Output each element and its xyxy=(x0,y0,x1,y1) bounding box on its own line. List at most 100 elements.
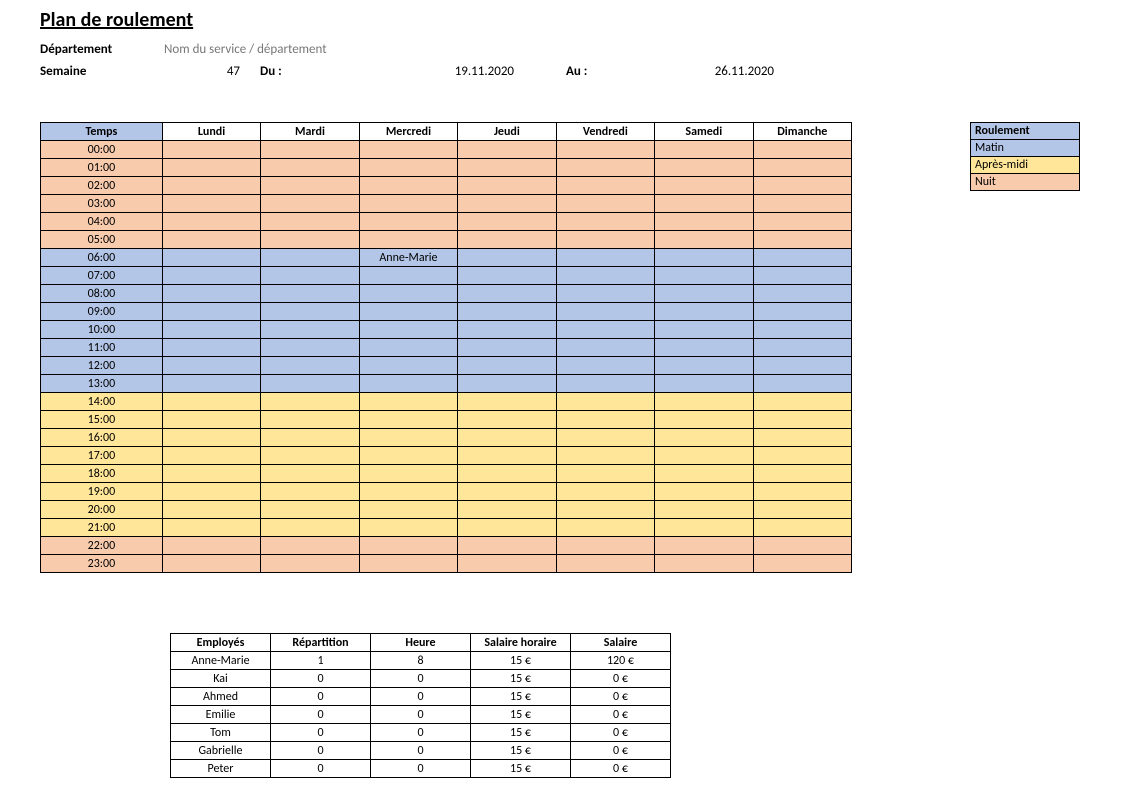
schedule-cell[interactable] xyxy=(359,357,457,375)
schedule-cell[interactable] xyxy=(261,537,359,555)
schedule-cell[interactable] xyxy=(655,159,753,177)
schedule-cell[interactable] xyxy=(655,285,753,303)
schedule-cell[interactable] xyxy=(655,213,753,231)
schedule-cell[interactable] xyxy=(753,357,851,375)
schedule-cell[interactable] xyxy=(556,339,654,357)
schedule-cell[interactable] xyxy=(753,249,851,267)
schedule-cell[interactable] xyxy=(162,465,260,483)
schedule-cell[interactable] xyxy=(261,339,359,357)
schedule-cell[interactable] xyxy=(753,339,851,357)
schedule-cell[interactable] xyxy=(458,555,556,573)
schedule-cell[interactable] xyxy=(162,159,260,177)
schedule-cell[interactable] xyxy=(162,267,260,285)
schedule-cell[interactable] xyxy=(753,285,851,303)
schedule-cell[interactable] xyxy=(753,519,851,537)
schedule-cell[interactable] xyxy=(261,393,359,411)
schedule-cell[interactable] xyxy=(655,231,753,249)
schedule-cell[interactable] xyxy=(753,141,851,159)
schedule-cell[interactable] xyxy=(261,555,359,573)
schedule-cell[interactable] xyxy=(458,393,556,411)
schedule-cell[interactable] xyxy=(753,177,851,195)
schedule-cell[interactable] xyxy=(261,429,359,447)
schedule-cell[interactable] xyxy=(359,141,457,159)
schedule-cell[interactable] xyxy=(556,213,654,231)
schedule-cell[interactable] xyxy=(359,519,457,537)
schedule-cell[interactable] xyxy=(655,519,753,537)
schedule-cell[interactable] xyxy=(655,411,753,429)
schedule-cell[interactable] xyxy=(162,231,260,249)
schedule-cell[interactable] xyxy=(753,429,851,447)
schedule-cell[interactable] xyxy=(162,213,260,231)
schedule-cell[interactable] xyxy=(458,303,556,321)
schedule-cell[interactable] xyxy=(359,447,457,465)
schedule-cell[interactable] xyxy=(556,357,654,375)
schedule-cell[interactable] xyxy=(655,303,753,321)
schedule-cell[interactable] xyxy=(458,483,556,501)
schedule-cell[interactable] xyxy=(655,339,753,357)
schedule-cell[interactable] xyxy=(162,321,260,339)
schedule-cell[interactable] xyxy=(162,411,260,429)
schedule-cell[interactable] xyxy=(655,249,753,267)
schedule-cell[interactable] xyxy=(359,213,457,231)
schedule-cell[interactable] xyxy=(556,465,654,483)
schedule-cell[interactable] xyxy=(359,537,457,555)
schedule-cell[interactable] xyxy=(458,339,556,357)
schedule-cell[interactable] xyxy=(753,393,851,411)
schedule-cell[interactable]: Anne-Marie xyxy=(359,249,457,267)
schedule-cell[interactable] xyxy=(359,465,457,483)
schedule-cell[interactable] xyxy=(556,447,654,465)
schedule-cell[interactable] xyxy=(556,483,654,501)
schedule-cell[interactable] xyxy=(359,339,457,357)
schedule-cell[interactable] xyxy=(162,285,260,303)
schedule-cell[interactable] xyxy=(162,393,260,411)
schedule-cell[interactable] xyxy=(458,465,556,483)
schedule-cell[interactable] xyxy=(162,447,260,465)
schedule-cell[interactable] xyxy=(458,501,556,519)
schedule-cell[interactable] xyxy=(556,249,654,267)
schedule-cell[interactable] xyxy=(458,321,556,339)
schedule-cell[interactable] xyxy=(556,519,654,537)
schedule-cell[interactable] xyxy=(655,393,753,411)
schedule-cell[interactable] xyxy=(261,465,359,483)
schedule-cell[interactable] xyxy=(261,177,359,195)
schedule-cell[interactable] xyxy=(162,537,260,555)
schedule-cell[interactable] xyxy=(162,429,260,447)
schedule-cell[interactable] xyxy=(261,249,359,267)
schedule-cell[interactable] xyxy=(655,483,753,501)
schedule-cell[interactable] xyxy=(261,411,359,429)
schedule-cell[interactable] xyxy=(261,357,359,375)
schedule-cell[interactable] xyxy=(261,285,359,303)
schedule-cell[interactable] xyxy=(655,267,753,285)
schedule-cell[interactable] xyxy=(753,537,851,555)
schedule-cell[interactable] xyxy=(359,429,457,447)
schedule-cell[interactable] xyxy=(458,267,556,285)
schedule-cell[interactable] xyxy=(359,231,457,249)
schedule-cell[interactable] xyxy=(556,537,654,555)
schedule-cell[interactable] xyxy=(655,501,753,519)
schedule-cell[interactable] xyxy=(359,159,457,177)
schedule-cell[interactable] xyxy=(359,267,457,285)
schedule-cell[interactable] xyxy=(753,303,851,321)
schedule-cell[interactable] xyxy=(753,159,851,177)
schedule-cell[interactable] xyxy=(261,375,359,393)
schedule-cell[interactable] xyxy=(753,447,851,465)
schedule-cell[interactable] xyxy=(655,141,753,159)
schedule-cell[interactable] xyxy=(655,447,753,465)
schedule-cell[interactable] xyxy=(458,213,556,231)
schedule-cell[interactable] xyxy=(556,231,654,249)
schedule-cell[interactable] xyxy=(753,501,851,519)
schedule-cell[interactable] xyxy=(655,429,753,447)
schedule-cell[interactable] xyxy=(162,357,260,375)
schedule-cell[interactable] xyxy=(162,195,260,213)
schedule-cell[interactable] xyxy=(359,393,457,411)
schedule-cell[interactable] xyxy=(261,213,359,231)
schedule-cell[interactable] xyxy=(261,303,359,321)
schedule-cell[interactable] xyxy=(753,213,851,231)
schedule-cell[interactable] xyxy=(162,555,260,573)
schedule-cell[interactable] xyxy=(458,429,556,447)
schedule-cell[interactable] xyxy=(556,141,654,159)
schedule-cell[interactable] xyxy=(556,285,654,303)
schedule-cell[interactable] xyxy=(359,303,457,321)
schedule-cell[interactable] xyxy=(162,303,260,321)
schedule-cell[interactable] xyxy=(753,321,851,339)
